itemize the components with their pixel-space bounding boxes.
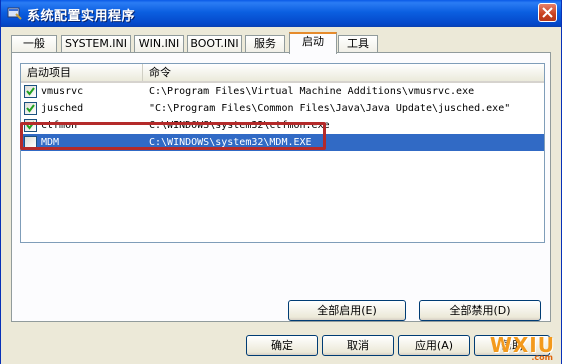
- startup-checkbox[interactable]: [24, 85, 37, 98]
- window-title: 系统配置实用程序: [27, 9, 136, 24]
- startup-panel: 启动项目 命令 vmusrvc C:\Program Files\Virtual…: [11, 52, 551, 322]
- close-button[interactable]: [538, 3, 557, 22]
- disable-all-button[interactable]: 全部禁用(D): [419, 300, 541, 321]
- list-item[interactable]: vmusrvc C:\Program Files\Virtual Machine…: [21, 83, 544, 100]
- tab-boot-ini[interactable]: BOOT.INI: [187, 35, 242, 53]
- startup-checkbox[interactable]: [24, 102, 37, 115]
- tab-win-ini[interactable]: WIN.INI: [134, 35, 184, 53]
- watermark-domain: .com: [531, 353, 553, 362]
- msconfig-icon: [7, 7, 22, 20]
- title-bar[interactable]: 系统配置实用程序: [1, 0, 561, 27]
- list-item[interactable]: jusched "C:\Program Files\Common Files\J…: [21, 100, 544, 117]
- annotation-highlight-box: [20, 122, 326, 150]
- enable-all-button[interactable]: 全部启用(E): [288, 300, 406, 321]
- msconfig-window: 系统配置实用程序 一般 SYSTEM.INI WIN.INI BOOT.INI …: [0, 0, 562, 364]
- column-header-command[interactable]: 命令: [143, 64, 544, 81]
- startup-item-command: "C:\Program Files\Common Files\Java\Java…: [149, 103, 511, 114]
- startup-list[interactable]: 启动项目 命令 vmusrvc C:\Program Files\Virtual…: [20, 63, 545, 243]
- tab-general[interactable]: 一般: [11, 35, 57, 53]
- checkmark-icon: [26, 104, 35, 113]
- list-header: 启动项目 命令: [21, 64, 544, 83]
- tab-tools[interactable]: 工具: [338, 35, 378, 53]
- startup-item-command: C:\Program Files\Virtual Machine Additio…: [149, 86, 475, 97]
- checkmark-icon: [26, 87, 35, 96]
- dialog-client: 一般 SYSTEM.INI WIN.INI BOOT.INI 服务 启动 工具 …: [1, 27, 561, 364]
- apply-button[interactable]: 应用(A): [398, 335, 470, 356]
- tab-startup[interactable]: 启动: [289, 32, 337, 54]
- column-header-item[interactable]: 启动项目: [21, 64, 143, 81]
- close-icon: [542, 7, 553, 18]
- ok-button[interactable]: 确定: [246, 335, 318, 356]
- startup-item-name: jusched: [41, 103, 84, 114]
- startup-item-name: vmusrvc: [41, 86, 84, 97]
- tab-services[interactable]: 服务: [245, 35, 285, 53]
- cancel-button[interactable]: 取消: [322, 335, 394, 356]
- tab-system-ini[interactable]: SYSTEM.INI: [61, 35, 131, 53]
